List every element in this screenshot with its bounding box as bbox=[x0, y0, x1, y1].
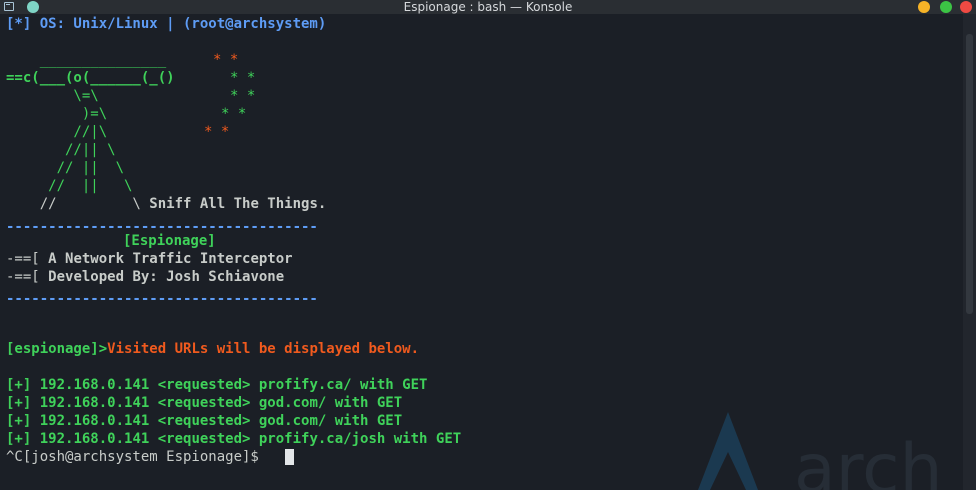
developer-line: -==[ Developed By: Josh Schiavone bbox=[6, 269, 285, 285]
close-button[interactable] bbox=[960, 1, 972, 13]
maximize-button[interactable] bbox=[940, 1, 952, 13]
text-cursor bbox=[285, 449, 294, 465]
status-line: [espionage]>Visited URLs will be display… bbox=[6, 341, 420, 357]
tool-name: [Espionage] bbox=[123, 233, 216, 249]
star-pair-4: * * bbox=[221, 106, 247, 122]
ascii-art-line-9: // \ Sniff All The Things. bbox=[6, 196, 327, 212]
tagline: Sniff All The Things. bbox=[149, 196, 327, 212]
os-info-line: [*] OS: Unix/Linux | (root@archsystem) bbox=[6, 16, 327, 32]
window-titlebar: Espionage : bash — Konsole bbox=[0, 0, 976, 14]
ascii-art-line-7: // || \ bbox=[6, 160, 125, 176]
tool-description: -==[ A Network Traffic Interceptor bbox=[6, 251, 293, 267]
ascii-art-line-4: )=\ bbox=[6, 106, 108, 122]
log-entry-4: [+] 192.168.0.141 <requested> profify.ca… bbox=[6, 431, 462, 447]
ascii-art-line-3: \=\ bbox=[6, 88, 99, 104]
star-pair-5: * * bbox=[204, 124, 230, 140]
star-pair-1: * * bbox=[213, 52, 239, 68]
minimize-button[interactable] bbox=[918, 1, 930, 13]
ascii-art-line-6: //|| \ bbox=[6, 142, 116, 158]
star-pair-2: * * bbox=[230, 70, 256, 86]
divider-bottom: ------------------------------------- bbox=[6, 291, 318, 307]
ascii-art-line-8: // || \ bbox=[6, 178, 133, 194]
arch-logo-watermark: arch bbox=[698, 412, 943, 490]
log-entry-2: [+] 192.168.0.141 <requested> god.com/ w… bbox=[6, 395, 403, 411]
arch-logo-text: arch bbox=[794, 430, 943, 490]
scrollbar-thumb[interactable] bbox=[966, 34, 973, 314]
window-title: Espionage : bash — Konsole bbox=[403, 0, 573, 14]
ascii-art-line-5: //|\ bbox=[6, 124, 108, 140]
ascii-art-line-1: _______________ bbox=[6, 52, 167, 68]
log-entry-3: [+] 192.168.0.141 <requested> god.com/ w… bbox=[6, 413, 403, 429]
scrollbar[interactable] bbox=[963, 14, 976, 490]
shell-prompt[interactable]: ^C[josh@archsystem Espionage]$ bbox=[6, 448, 267, 466]
ascii-art-line-2: ==c(___(o(______(_() bbox=[6, 70, 175, 86]
log-entry-1: [+] 192.168.0.141 <requested> profify.ca… bbox=[6, 377, 428, 393]
star-pair-3: * * bbox=[230, 88, 256, 104]
